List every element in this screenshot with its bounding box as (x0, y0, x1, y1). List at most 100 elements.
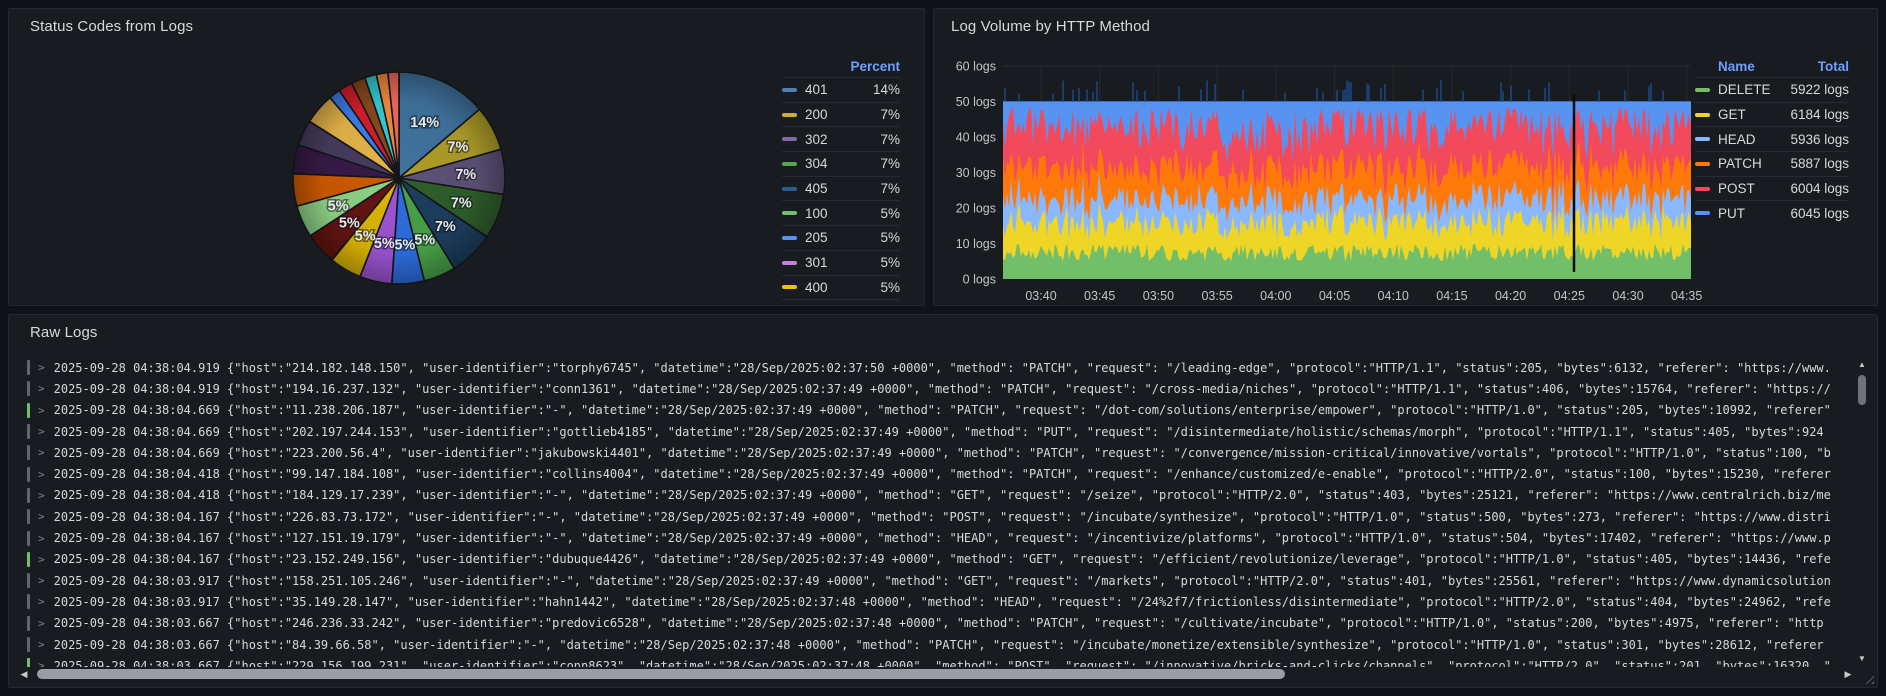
y-axis-label: 60 logs (956, 60, 996, 74)
log-row[interactable]: >2025-09-28 04:38:04.669 {"host":"202.19… (21, 421, 1849, 442)
expand-chevron-icon[interactable]: > (38, 617, 45, 630)
legend-value: 5% (880, 305, 900, 306)
legend-swatch (1695, 87, 1710, 92)
log-level-bar (27, 658, 30, 667)
legend-swatch (1695, 211, 1710, 216)
expand-chevron-icon[interactable]: > (38, 361, 45, 374)
pie-legend-item[interactable]: 301 5% (782, 249, 900, 275)
pie-legend-percent-header[interactable]: Percent (782, 55, 900, 77)
log-row[interactable]: >2025-09-28 04:38:04.669 {"host":"223.20… (21, 442, 1849, 463)
log-row[interactable]: >2025-09-28 04:38:03.917 {"host":"35.149… (21, 591, 1849, 612)
expand-chevron-icon[interactable]: > (38, 489, 45, 502)
log-row[interactable]: >2025-09-28 04:38:04.669 {"host":"11.238… (21, 400, 1849, 421)
pie-legend-item[interactable]: 100 5% (782, 200, 900, 225)
legend-swatch (782, 137, 797, 142)
legend-label: 405 (805, 181, 828, 197)
pie-legend-item[interactable]: 200 7% (782, 101, 900, 127)
expand-chevron-icon[interactable]: > (38, 532, 45, 545)
log-row[interactable]: >2025-09-28 04:38:04.919 {"host":"194.16… (21, 378, 1849, 399)
pie-legend-item[interactable]: 304 7% (782, 151, 900, 176)
expand-chevron-icon[interactable]: > (38, 638, 45, 651)
legend-label: 401 (805, 82, 828, 98)
log-text: 2025-09-28 04:38:04.418 {"host":"184.129… (53, 488, 1831, 503)
panel-resize-handle[interactable] (1862, 672, 1874, 684)
legend-swatch (1695, 161, 1710, 166)
log-level-bar (27, 445, 30, 461)
legend-label: 304 (805, 156, 828, 172)
expand-chevron-icon[interactable]: > (38, 468, 45, 481)
panel-title-raw-logs: Raw Logs (30, 324, 98, 341)
scroll-down-arrow-icon[interactable]: ▼ (1855, 653, 1869, 665)
legend-label: PATCH (1718, 156, 1762, 172)
expand-chevron-icon[interactable]: > (38, 595, 45, 608)
pie-legend-item[interactable]: 401 14% (782, 77, 900, 102)
legend-name-header[interactable]: Name (1718, 59, 1755, 74)
pie-legend-item[interactable]: 4045% (782, 299, 900, 306)
expand-chevron-icon[interactable]: > (38, 659, 45, 667)
scroll-left-arrow-icon[interactable]: ◀ (17, 667, 31, 681)
pie-legend-item[interactable]: 405 7% (782, 175, 900, 201)
legend-total-header[interactable]: Total (1818, 59, 1849, 74)
legend-swatch (782, 161, 797, 166)
log-row[interactable]: >2025-09-28 04:38:03.667 {"host":"246.23… (21, 613, 1849, 634)
scroll-up-arrow-icon[interactable]: ▲ (1855, 359, 1869, 371)
legend-label: 100 (805, 205, 828, 221)
pie-slice-percent-label: 14% (410, 115, 439, 131)
log-text: 2025-09-28 04:38:04.418 {"host":"99.147.… (53, 467, 1831, 482)
pie-legend-item[interactable]: 205 5% (782, 225, 900, 250)
x-axis-label: 04:20 (1495, 289, 1526, 303)
expand-chevron-icon[interactable]: > (38, 382, 45, 395)
pie-legend: Percent 401 14% 200 7% 302 7% 304 7% 405 7% 100 5% 2… (782, 55, 900, 306)
log-row[interactable]: >2025-09-28 04:38:04.418 {"host":"99.147… (21, 463, 1849, 484)
timeseries-legend-item[interactable]: HEAD 5936 logs (1695, 126, 1849, 151)
pie-legend-item[interactable]: 400 5% (782, 274, 900, 300)
expand-chevron-icon[interactable]: > (38, 574, 45, 587)
expand-chevron-icon[interactable]: > (38, 553, 45, 566)
legend-swatch (782, 285, 797, 290)
x-axis-label: 04:10 (1378, 289, 1409, 303)
expand-chevron-icon[interactable]: > (38, 510, 45, 523)
log-row[interactable]: >2025-09-28 04:38:04.418 {"host":"184.12… (21, 485, 1849, 506)
x-axis-label: 04:00 (1260, 289, 1291, 303)
expand-chevron-icon[interactable]: > (38, 425, 45, 438)
legend-label: 205 (805, 230, 828, 246)
log-text: 2025-09-28 04:38:04.167 {"host":"226.83.… (53, 509, 1831, 524)
log-text: 2025-09-28 04:38:04.919 {"host":"214.182… (53, 360, 1831, 375)
log-row[interactable]: >2025-09-28 04:38:04.167 {"host":"23.152… (21, 549, 1849, 570)
expand-chevron-icon[interactable]: > (38, 446, 45, 459)
horizontal-scrollbar-thumb[interactable] (37, 669, 1285, 679)
log-row[interactable]: >2025-09-28 04:38:04.167 {"host":"127.15… (21, 527, 1849, 548)
panel-status-codes: Status Codes from Logs 14% 7% 7% 7% 7% 5% 5% 5%… (8, 8, 925, 306)
legend-swatch (782, 186, 797, 191)
log-row[interactable]: >2025-09-28 04:38:04.167 {"host":"226.83… (21, 506, 1849, 527)
log-text: 2025-09-28 04:38:03.667 {"host":"84.39.6… (53, 637, 1824, 652)
legend-label: PUT (1718, 205, 1745, 221)
legend-value: 6004 logs (1790, 181, 1849, 197)
timeseries-legend-item[interactable]: GET 6184 logs (1695, 101, 1849, 127)
log-row[interactable]: >2025-09-28 04:38:03.917 {"host":"158.25… (21, 570, 1849, 591)
timeseries-legend-item[interactable]: POST 6004 logs (1695, 175, 1849, 201)
y-axis-label: 0 logs (963, 273, 996, 287)
log-row[interactable]: >2025-09-28 04:38:04.919 {"host":"214.18… (21, 357, 1849, 378)
timeseries-legend-item[interactable]: PATCH 5887 logs (1695, 151, 1849, 176)
x-axis-label: 04:30 (1612, 289, 1643, 303)
timeseries-legend-item[interactable]: DELETE 5922 logs (1695, 77, 1849, 102)
horizontal-scrollbar[interactable]: ◀ ▶ (17, 667, 1855, 681)
x-axis-label: 03:45 (1084, 289, 1115, 303)
legend-value: 5% (880, 255, 900, 271)
log-level-bar (27, 637, 30, 652)
legend-label: 404 (805, 305, 880, 306)
pie-legend-item[interactable]: 302 7% (782, 126, 900, 151)
pie-legend-rows: 401 14% 200 7% 302 7% 304 7% 405 7% 100 5% 205 5% 301 5… (782, 77, 900, 306)
log-row[interactable]: >2025-09-28 04:38:03.667 {"host":"84.39.… (21, 634, 1849, 655)
expand-chevron-icon[interactable]: > (38, 404, 45, 417)
x-axis-label: 04:35 (1671, 289, 1702, 303)
timeseries-legend-item[interactable]: PUT 6045 logs (1695, 200, 1849, 225)
vertical-scrollbar-thumb[interactable] (1858, 375, 1866, 405)
scroll-right-arrow-icon[interactable]: ▶ (1841, 667, 1855, 681)
log-row[interactable]: >2025-09-28 04:38:03.667 {"host":"229.15… (21, 655, 1849, 667)
vertical-scrollbar[interactable]: ▲ ▼ (1855, 359, 1869, 665)
legend-swatch (782, 211, 797, 216)
legend-label: 400 (805, 279, 828, 295)
log-level-bar (27, 551, 30, 567)
